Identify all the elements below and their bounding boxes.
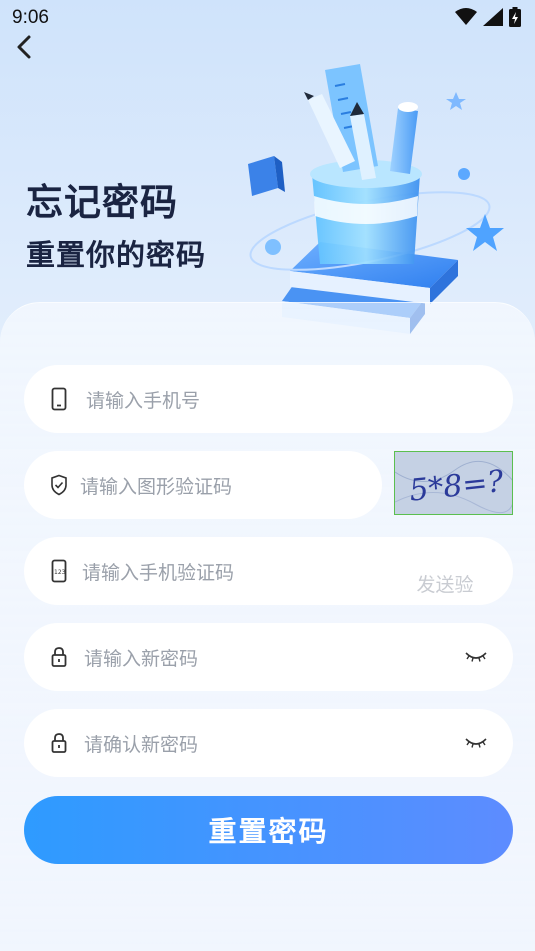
eye-closed-icon[interactable] bbox=[465, 737, 487, 749]
captcha-placeholder: 请输入图形验证码 bbox=[80, 475, 233, 498]
battery-icon bbox=[509, 7, 521, 27]
signal-icon bbox=[483, 8, 503, 26]
page-title: 忘记密码 bbox=[26, 181, 178, 224]
page-subtitle: 重置你的密码 bbox=[26, 238, 207, 272]
eye-closed-icon[interactable] bbox=[465, 651, 487, 663]
sms-code-icon: 123 bbox=[48, 557, 70, 585]
new-password-placeholder: 请输入新密码 bbox=[84, 647, 199, 670]
wifi-icon bbox=[455, 8, 477, 25]
phone-placeholder: 请输入手机号 bbox=[86, 389, 201, 412]
captcha-image[interactable]: 5*8=? bbox=[394, 451, 513, 515]
svg-text:123: 123 bbox=[54, 569, 66, 576]
reset-password-button[interactable]: 重置密码 bbox=[24, 796, 513, 864]
confirm-password-input[interactable]: 请确认新密码 bbox=[24, 709, 513, 777]
lock-icon bbox=[48, 729, 70, 757]
new-password-input[interactable]: 请输入新密码 bbox=[24, 623, 513, 691]
phone-input[interactable]: 请输入手机号 bbox=[24, 365, 513, 433]
sms-code-placeholder: 请输入手机验证码 bbox=[82, 561, 235, 584]
phone-icon bbox=[48, 385, 70, 413]
chevron-left-icon bbox=[17, 35, 31, 59]
confirm-password-placeholder: 请确认新密码 bbox=[84, 733, 199, 756]
status-icons bbox=[455, 7, 521, 27]
status-bar: 9:06 bbox=[0, 0, 535, 36]
back-button[interactable] bbox=[10, 32, 40, 62]
shield-icon bbox=[48, 471, 70, 499]
lock-icon bbox=[48, 643, 70, 671]
status-time: 9:06 bbox=[12, 7, 49, 28]
captcha-input[interactable]: 请输入图形验证码 bbox=[24, 451, 382, 519]
